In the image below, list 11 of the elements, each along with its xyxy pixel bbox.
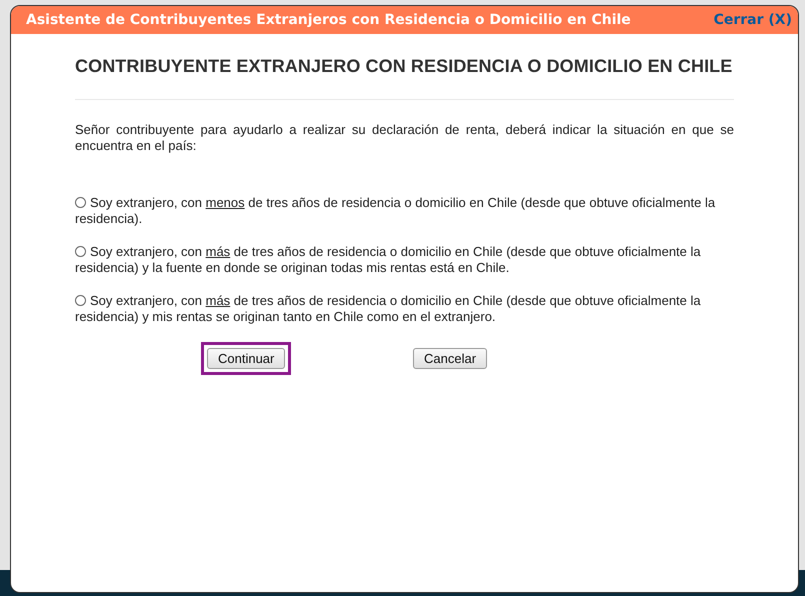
radio-button[interactable] [75, 197, 86, 208]
radio-button[interactable] [75, 246, 86, 257]
radio-button[interactable] [75, 295, 86, 306]
cancel-button[interactable]: Cancelar [413, 348, 488, 369]
intro-text: Señor contribuyente para ayudarlo a realizar su declaración de renta, deberá indicar la situación en que se encuentra en el país: [75, 122, 734, 154]
page-heading: CONTRIBUYENTE EXTRANJERO CON RESIDENCIA O DOMICILIO EN CHILE [75, 56, 734, 100]
continue-button[interactable]: Continuar [207, 348, 286, 369]
dialog-title: Asistente de Contribuyentes Extranjeros con Residencia o Domicilio en Chile [26, 12, 631, 28]
option-label[interactable]: Soy extranjero, con menos de tres años de residencia o domicilio en Chile (desde que obtuve oficialmente la residencia). [75, 195, 734, 227]
option-label[interactable]: Soy extranjero, con más de tres años de residencia o domicilio en Chile (desde que obtuve oficialmente la residencia) y mis rentas se originan tanto en Chile como en el extranjero. [75, 293, 734, 325]
option-label[interactable]: Soy extranjero, con más de tres años de residencia o domicilio en Chile (desde que obtuve oficialmente la residencia) y la fuente en donde se originan todas mis rentas está en Chile. [75, 244, 734, 276]
